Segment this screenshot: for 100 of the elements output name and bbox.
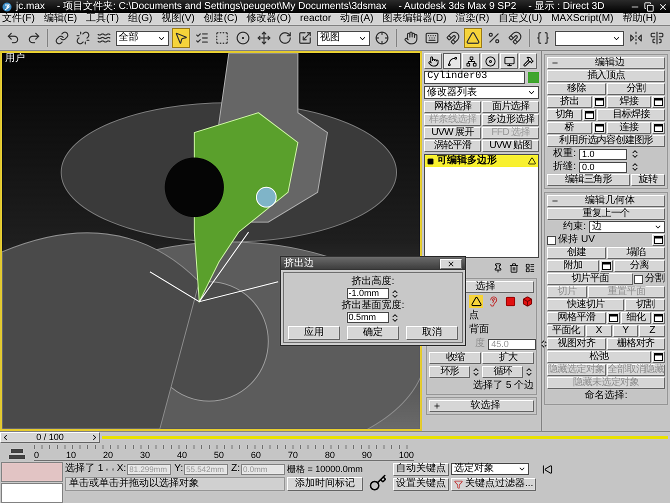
spinner-field[interactable]: 1.0 bbox=[578, 148, 627, 160]
key-icon[interactable] bbox=[369, 474, 387, 492]
command-button[interactable]: 收缩 bbox=[429, 352, 482, 364]
menu-item[interactable]: 视图(V) bbox=[161, 14, 195, 24]
command-button[interactable]: 分割 bbox=[606, 83, 665, 95]
object-name-field[interactable]: Cylinder03 bbox=[424, 71, 526, 84]
trash-icon[interactable] bbox=[509, 263, 520, 273]
command-button[interactable]: 栅格对齐 bbox=[606, 338, 665, 350]
list-icon[interactable] bbox=[525, 263, 536, 273]
command-button[interactable]: 目标焊接 bbox=[597, 109, 665, 121]
settings-button[interactable] bbox=[606, 312, 620, 324]
command-button[interactable]: 环形 bbox=[429, 366, 470, 378]
rollout-header[interactable]: 编辑边 bbox=[547, 57, 665, 69]
object-color-swatch[interactable] bbox=[528, 72, 540, 83]
add-time-tag-button[interactable]: 添加时间标记 bbox=[287, 477, 363, 491]
spinner-arrows-icon[interactable] bbox=[630, 149, 640, 159]
settings-button[interactable] bbox=[652, 351, 665, 363]
command-button[interactable]: 连接 bbox=[606, 122, 651, 134]
menu-item[interactable]: 工具(T) bbox=[86, 14, 119, 24]
menu-item[interactable]: 文件(F) bbox=[2, 14, 35, 24]
frame-counter-bar[interactable]: 0 / 100 bbox=[0, 432, 100, 443]
command-button[interactable]: 挤出 bbox=[547, 96, 592, 108]
stack-item[interactable]: 可编辑多边形 bbox=[425, 155, 538, 167]
settings-button[interactable] bbox=[600, 260, 613, 272]
vertex-handle[interactable] bbox=[256, 186, 277, 208]
spinner-field[interactable]: 0.5mm bbox=[346, 312, 388, 323]
menu-item[interactable]: 创建(C) bbox=[204, 14, 238, 24]
close-icon[interactable] bbox=[658, 2, 668, 12]
subobject-button[interactable] bbox=[520, 295, 534, 308]
command-button[interactable]: 平面化 bbox=[547, 325, 585, 337]
modifier-button[interactable]: 网格选择 bbox=[424, 101, 482, 113]
command-button[interactable]: 切角 bbox=[547, 109, 582, 121]
spinner-arrows-icon[interactable] bbox=[471, 367, 482, 377]
spinner-arrows-icon[interactable] bbox=[630, 162, 640, 172]
toolbar-dropdown[interactable] bbox=[555, 30, 624, 46]
menu-item[interactable]: reactor bbox=[300, 14, 332, 24]
panel-tab[interactable] bbox=[443, 53, 462, 69]
pin-icon[interactable] bbox=[493, 263, 504, 273]
spinner-arrows-icon[interactable] bbox=[390, 288, 400, 298]
command-button[interactable]: Y bbox=[612, 325, 638, 337]
command-button[interactable]: 重复上一个 bbox=[547, 208, 665, 220]
modifier-button[interactable]: UVW 贴图 bbox=[482, 140, 540, 152]
key-filters-button[interactable]: 关键点过滤器... bbox=[451, 478, 536, 490]
rollout-header[interactable]: 软选择 bbox=[429, 400, 534, 412]
command-button[interactable]: 移除 bbox=[547, 83, 606, 95]
script-listener-field[interactable] bbox=[1, 483, 63, 503]
menu-item[interactable]: 自定义(U) bbox=[498, 14, 542, 24]
rollout-header[interactable]: 编辑几何体 bbox=[547, 195, 665, 207]
spinner-field[interactable]: 0.0 bbox=[578, 162, 627, 172]
spinner-arrows-icon[interactable] bbox=[524, 367, 534, 377]
settings-button[interactable] bbox=[583, 109, 596, 121]
subobject-button[interactable] bbox=[469, 295, 484, 308]
command-button[interactable]: 焊接 bbox=[606, 96, 651, 108]
time-ruler[interactable]: 0 10 20 30 40 50 60 70 80 90 100 bbox=[34, 445, 414, 461]
command-button[interactable]: 细化 bbox=[620, 312, 651, 324]
settings-button[interactable] bbox=[652, 312, 665, 324]
command-button[interactable]: 分离 bbox=[614, 260, 665, 272]
command-button[interactable]: 利用所选内容创建图形 bbox=[547, 135, 665, 147]
modifier-list-dropdown[interactable]: 修改器列表 bbox=[424, 86, 540, 99]
trackbar-icon[interactable] bbox=[8, 447, 26, 461]
command-button[interactable]: 桥 bbox=[547, 122, 592, 134]
toolbar-button[interactable] bbox=[172, 28, 190, 48]
dialog-button[interactable]: 确定 bbox=[347, 326, 399, 340]
command-button[interactable]: 创建 bbox=[547, 247, 606, 259]
dialog-button[interactable]: 应用 bbox=[288, 326, 340, 340]
toolbar-dropdown[interactable]: 视图 bbox=[317, 30, 370, 46]
skip-back-icon[interactable] bbox=[542, 464, 554, 475]
menu-item[interactable]: 图表编辑器(D) bbox=[382, 14, 446, 24]
spinner-arrows-icon[interactable] bbox=[539, 339, 550, 349]
settings-button[interactable] bbox=[652, 96, 665, 108]
command-button[interactable]: 塌陷 bbox=[606, 247, 665, 259]
script-listener-field[interactable] bbox=[1, 462, 63, 482]
menu-item[interactable]: 动画(A) bbox=[340, 14, 374, 24]
menu-item[interactable]: 渲染(R) bbox=[455, 14, 490, 24]
command-button[interactable]: 插入顶点 bbox=[547, 70, 665, 82]
spinner-arrows-icon[interactable] bbox=[390, 312, 400, 322]
settings-button[interactable] bbox=[652, 234, 665, 246]
menu-item[interactable]: 编辑(E) bbox=[44, 14, 78, 24]
command-button[interactable]: 快速切片 bbox=[547, 299, 624, 311]
dialog-button[interactable]: 取消 bbox=[406, 326, 458, 340]
menu-item[interactable]: 帮助(H) bbox=[622, 14, 656, 24]
menu-item[interactable]: 修改器(O) bbox=[246, 14, 292, 24]
settings-button[interactable] bbox=[592, 96, 606, 108]
command-button[interactable]: 切割 bbox=[625, 299, 665, 311]
constraint-dropdown[interactable]: 边 bbox=[588, 221, 665, 233]
command-button[interactable]: 附加 bbox=[547, 260, 599, 272]
checkbox[interactable] bbox=[634, 274, 643, 284]
settings-button[interactable] bbox=[592, 122, 606, 134]
settings-button[interactable] bbox=[652, 122, 665, 134]
close-button[interactable] bbox=[440, 258, 462, 268]
command-button[interactable]: 松弛 bbox=[547, 351, 651, 363]
checkbox[interactable] bbox=[547, 236, 556, 244]
command-button[interactable]: 旋转 bbox=[630, 174, 665, 186]
menu-item[interactable]: MAXScript(M) bbox=[551, 14, 614, 24]
command-button[interactable]: 视图对齐 bbox=[547, 338, 606, 350]
toolbar-button[interactable] bbox=[464, 28, 482, 48]
command-button[interactable]: 扩大 bbox=[482, 352, 534, 364]
modifier-button[interactable]: 多边形选择 bbox=[482, 114, 540, 126]
command-button[interactable]: 网格平滑 bbox=[547, 312, 606, 324]
command-button[interactable]: X bbox=[586, 325, 612, 337]
